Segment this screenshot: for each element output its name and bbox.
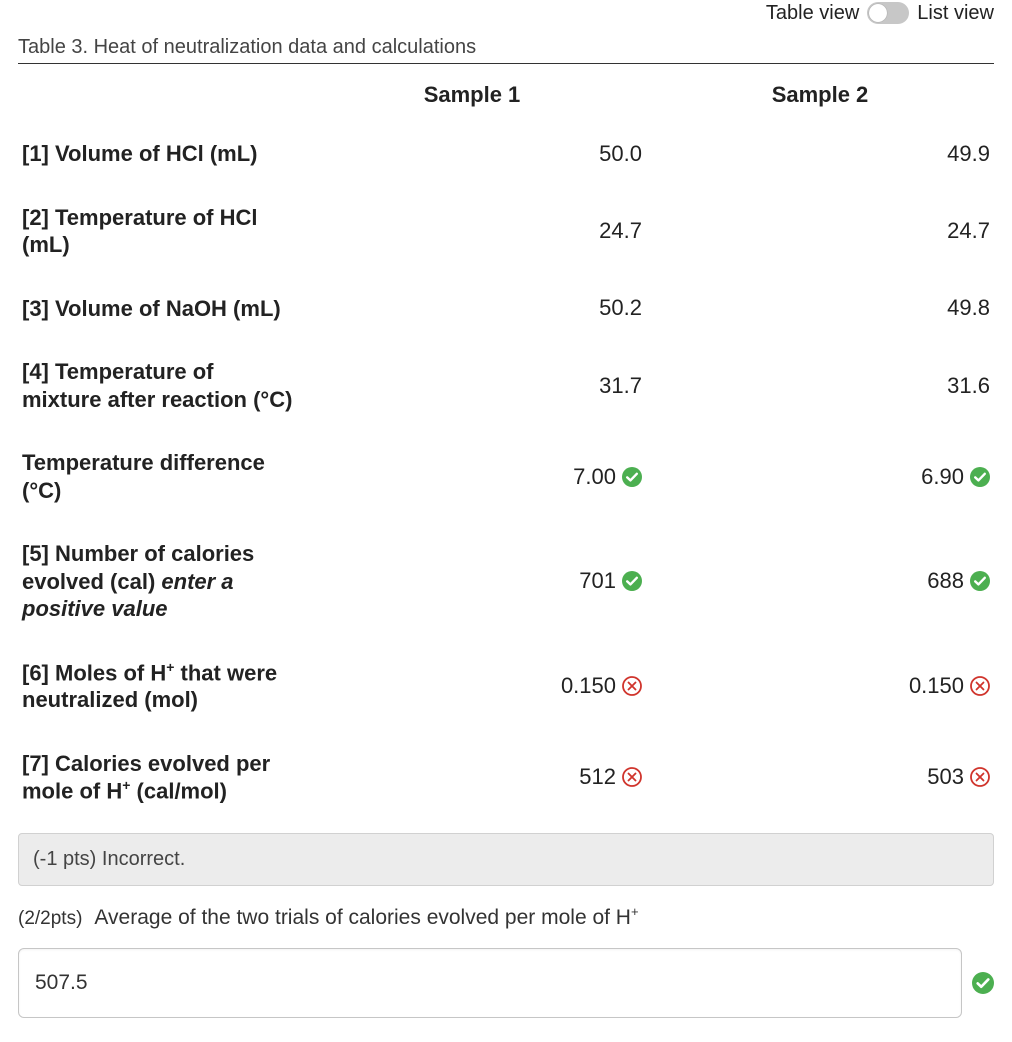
row-value-sample2: 0.150 — [646, 645, 994, 736]
row-label: [6] Moles of H+ that were neutralized (m… — [18, 645, 298, 736]
row-value-sample2: 503 — [646, 736, 994, 827]
table-row: [1] Volume of HCl (mL)50.049.9 — [18, 126, 994, 190]
x-circle-icon — [622, 676, 642, 696]
view-toggle-switch[interactable] — [867, 2, 909, 24]
check-circle-icon — [622, 571, 642, 591]
data-table: Sample 1 Sample 2 [1] Volume of HCl (mL)… — [18, 68, 994, 827]
question-prompt: (2/2pts) Average of the two trials of ca… — [18, 904, 994, 930]
row-label: [1] Volume of HCl (mL) — [18, 126, 298, 190]
row-value-sample2: 49.9 — [646, 126, 994, 190]
row-label: [7] Calories evolved per mole of H+ (cal… — [18, 736, 298, 827]
row-label: [4] Temperature of mixture after reactio… — [18, 344, 298, 435]
check-circle-icon — [970, 467, 990, 487]
rule — [18, 63, 994, 64]
table-row: [2] Temperature of HCl (mL)24.724.7 — [18, 190, 994, 281]
table-row: [6] Moles of H+ that were neutralized (m… — [18, 645, 994, 736]
table-row: [5] Number of calories evolved (cal) ent… — [18, 526, 994, 645]
x-circle-icon — [970, 767, 990, 787]
row-label: [5] Number of calories evolved (cal) ent… — [18, 526, 298, 645]
view-toggle-label-left: Table view — [766, 2, 859, 25]
row-value-sample1: 0.150 — [298, 645, 646, 736]
row-value-sample2: 6.90 — [646, 435, 994, 526]
question-text: Average of the two trials of calories ev… — [94, 904, 638, 930]
row-label: [2] Temperature of HCl (mL) — [18, 190, 298, 281]
col-header-sample2: Sample 2 — [646, 68, 994, 126]
row-value-sample2: 31.6 — [646, 344, 994, 435]
row-value-sample1: 512 — [298, 736, 646, 827]
view-toggle-label-right: List view — [917, 2, 994, 25]
feedback-text: (-1 pts) Incorrect. — [33, 848, 185, 870]
row-value-sample2: 688 — [646, 526, 994, 645]
table-caption: Table 3. Heat of neutralization data and… — [18, 36, 994, 59]
table-row: [7] Calories evolved per mole of H+ (cal… — [18, 736, 994, 827]
col-header-sample1: Sample 1 — [298, 68, 646, 126]
question-points: (2/2pts) — [18, 908, 82, 930]
row-value-sample1: 50.2 — [298, 281, 646, 345]
row-value-sample1: 31.7 — [298, 344, 646, 435]
x-circle-icon — [970, 676, 990, 696]
feedback-panel: (-1 pts) Incorrect. — [18, 833, 994, 886]
answer-row: 507.5 — [18, 948, 994, 1018]
answer-input[interactable]: 507.5 — [18, 948, 962, 1018]
row-value-sample2: 24.7 — [646, 190, 994, 281]
check-circle-icon — [972, 972, 994, 994]
x-circle-icon — [622, 767, 642, 787]
view-toggle: Table view List view — [18, 0, 994, 26]
table-row: [4] Temperature of mixture after reactio… — [18, 344, 994, 435]
check-circle-icon — [622, 467, 642, 487]
check-circle-icon — [970, 571, 990, 591]
row-label: Temperature difference (°C) — [18, 435, 298, 526]
row-value-sample1: 50.0 — [298, 126, 646, 190]
table-row: [3] Volume of NaOH (mL)50.249.8 — [18, 281, 994, 345]
row-value-sample1: 701 — [298, 526, 646, 645]
row-value-sample2: 49.8 — [646, 281, 994, 345]
row-label: [3] Volume of NaOH (mL) — [18, 281, 298, 345]
row-value-sample1: 24.7 — [298, 190, 646, 281]
table-row: Temperature difference (°C)7.006.90 — [18, 435, 994, 526]
answer-value: 507.5 — [35, 971, 88, 994]
row-value-sample1: 7.00 — [298, 435, 646, 526]
